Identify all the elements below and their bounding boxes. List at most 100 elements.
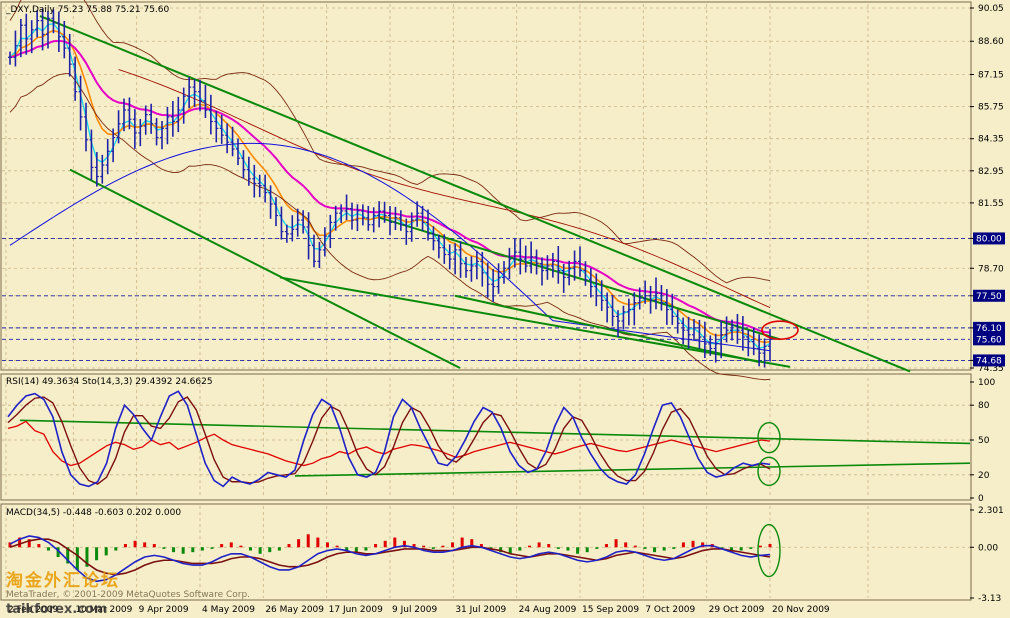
macd-histogram-bar [335, 545, 339, 548]
macd-histogram-bar [614, 539, 618, 548]
macd-histogram-bar [200, 547, 204, 551]
overlays [9, 0, 971, 477]
rsi-trend-line [294, 462, 971, 477]
level-label: 77.50 [976, 292, 1002, 302]
rsi-y-tick-label: 50 [978, 436, 990, 446]
x-tick-label: 20 Nov 2009 [772, 605, 830, 615]
x-tick-label: 4 May 2009 [202, 605, 255, 615]
x-tick-label: 31 Jul 2009 [455, 605, 506, 615]
y-tick-label: 84.35 [978, 135, 1004, 145]
rsi-line [7, 420, 771, 467]
x-tick-label: 9 Jul 2009 [392, 605, 437, 615]
y-tick-label: 90.05 [978, 4, 1004, 14]
x-tick-label: 9 Apr 2009 [139, 605, 189, 615]
macd-histogram-bar [653, 547, 657, 553]
level-label: 75.60 [976, 335, 1002, 345]
x-tick-label: 7 Oct 2009 [645, 605, 695, 615]
watermark-copyright: MetaTrader, © 2001-2009 MetaQuotes Softw… [6, 590, 250, 600]
macd-histogram-bar [566, 547, 570, 551]
x-tick-label: 15 Sep 2009 [582, 605, 639, 615]
rsi-panel-frame [0, 373, 972, 501]
macd-histogram-bar [662, 547, 666, 551]
rsi-header: RSI(14) 49.3634 Sto(14,3,3) 29.4392 24.6… [6, 377, 213, 387]
macd-histogram-bar [162, 547, 166, 549]
y-tick-label: 82.95 [978, 167, 1004, 177]
price-header: _DXY,Daily 75.23 75.88 75.21 75.60 [5, 5, 170, 15]
macd-histogram-bar [46, 547, 50, 551]
macd-histogram-bar [595, 547, 599, 549]
macd-histogram-bar [749, 547, 753, 549]
macd-histogram-bar [604, 544, 608, 548]
rsi-y-tick-label: 20 [978, 471, 990, 481]
y-tick-label: 81.55 [978, 199, 1004, 209]
macd-histogram-bar [451, 542, 455, 548]
macd-histogram-bar [576, 547, 580, 554]
watermark-site: taikforex.com [6, 602, 107, 617]
macd-y-tick-label: -3.13 [978, 594, 1001, 604]
macd-histogram-bar [239, 545, 243, 548]
rsi-y-tick-label: 100 [978, 378, 995, 388]
channel-line [39, 15, 911, 373]
macd-histogram-bar [152, 544, 156, 548]
x-tick-label: 29 Oct 2009 [709, 605, 765, 615]
macd-histogram-bar [123, 544, 127, 548]
macd-histogram-bar [229, 542, 233, 548]
macd-histogram-bar [191, 547, 195, 553]
macd-histogram-bar [277, 547, 281, 551]
macd-histogram-bar [460, 537, 464, 548]
price-circle-annotation [761, 320, 799, 340]
y-tick-label: 85.75 [978, 103, 1004, 113]
rsi-y-tick-label: 0 [978, 494, 984, 504]
macd-histogram-bar [297, 539, 301, 548]
macd-histogram-bar [672, 547, 676, 549]
macd-histogram-bar [643, 547, 647, 549]
macd-histogram-bar [556, 547, 560, 549]
macd-histogram-bar [258, 547, 262, 554]
stoch-circle-annotation [757, 456, 781, 487]
ma-red-line [118, 69, 771, 309]
macd-histogram-bar [422, 545, 426, 548]
macd-histogram-bar [537, 542, 541, 548]
macd-histogram-bar [768, 544, 772, 548]
level-label: 76.10 [976, 324, 1002, 334]
macd-histogram-bar [75, 547, 79, 570]
macd-histogram-bar [287, 544, 291, 548]
macd-histogram-bar [143, 542, 147, 548]
macd-histogram-bar [249, 547, 253, 551]
x-tick-label: 26 May 2009 [265, 605, 324, 615]
macd-histogram-bar [441, 545, 445, 548]
macd-histogram-bar [518, 547, 522, 551]
macd-histogram-bar [172, 547, 176, 553]
chart-root: 2 Feb 2009 10 Mar 2009 9 Apr 2009 4 May 200… [0, 0, 1010, 618]
macd-histogram-bar [585, 547, 589, 553]
macd-histogram-bar [633, 545, 637, 548]
macd-histogram-bar [547, 544, 551, 548]
macd-histogram-bar [758, 545, 762, 548]
macd-histogram-bar [181, 547, 185, 554]
y-tick-label: 78.70 [978, 264, 1004, 274]
y-tick-label: 88.60 [978, 37, 1004, 47]
macd-histogram-bar [133, 540, 137, 548]
macd-histogram-bar [383, 540, 387, 548]
macd-histogram-bar [624, 542, 628, 548]
macd-histogram-bar [393, 537, 397, 548]
macd-panel-frame [0, 503, 972, 601]
macd-histogram-bar [306, 534, 310, 548]
price-panel-frame [0, 1, 972, 371]
macd-circle-annotation [757, 523, 781, 578]
macd-histogram-bar [114, 547, 118, 551]
macd-histogram-bar [681, 542, 685, 548]
macd-histogram-bar [431, 547, 435, 549]
y-tick-label: 87.15 [978, 70, 1004, 80]
macd-histogram-bar [268, 547, 272, 553]
macd-histogram-bar [364, 547, 368, 551]
macd-header: MACD(34,5) -0.448 -0.603 0.202 0.000 [6, 508, 181, 518]
macd-y-tick-label: 2.301 [978, 506, 1004, 516]
macd-histogram-bar [37, 544, 41, 548]
macd-histogram-bar [95, 547, 99, 561]
macd-histogram-bar [527, 545, 531, 548]
level-label: 74.68 [976, 356, 1002, 366]
chart-svg: 2 Feb 2009 10 Mar 2009 9 Apr 2009 4 May 200… [0, 0, 1005, 617]
macd-y-tick-label: 0.00 [978, 543, 998, 553]
x-tick-label: 17 Jun 2009 [329, 605, 383, 615]
